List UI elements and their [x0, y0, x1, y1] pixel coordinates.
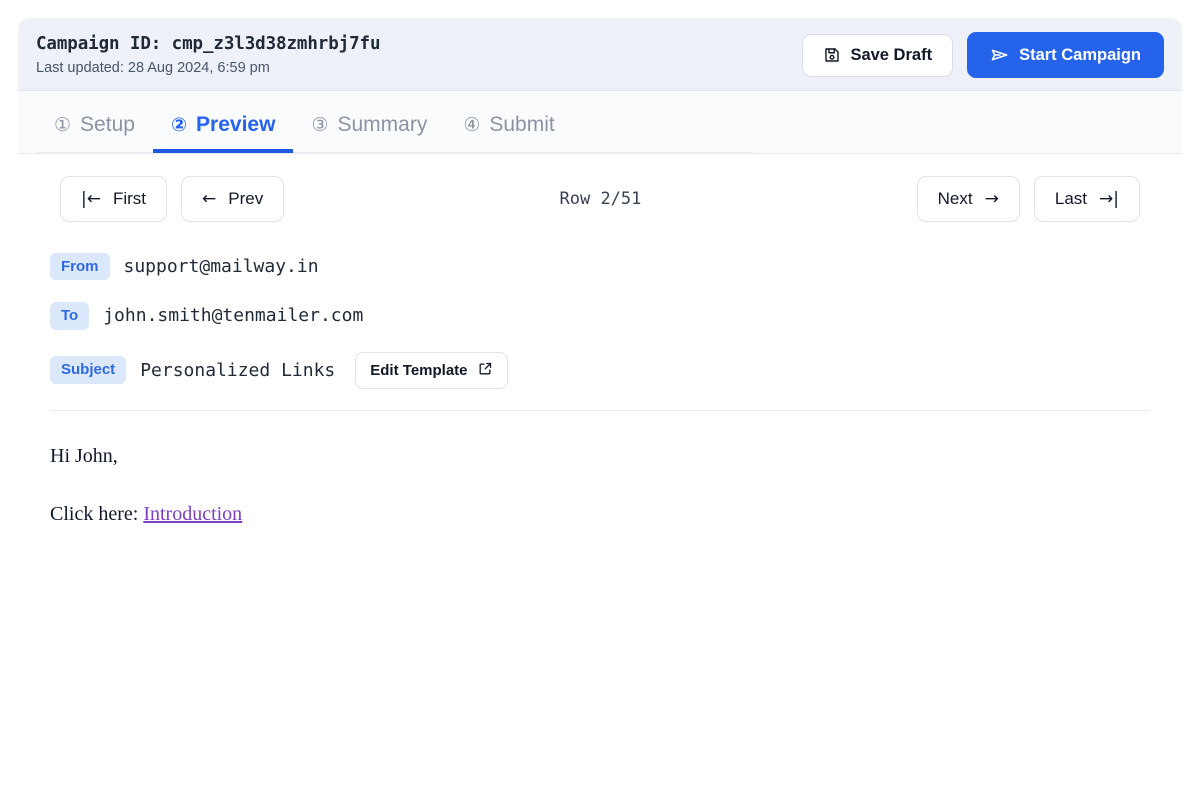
introduction-link[interactable]: Introduction	[143, 503, 242, 525]
body-line-prefix: Click here:	[50, 502, 144, 525]
to-row: To john.smith@tenmailer.com	[50, 291, 1150, 340]
row-pager: |← First ← Prev Row 2/51 Next → Last →|	[18, 154, 1182, 242]
save-draft-label: Save Draft	[850, 45, 933, 64]
first-row-button[interactable]: |← First	[60, 176, 168, 222]
subject-badge: Subject	[50, 356, 127, 384]
prev-row-label: Prev	[228, 189, 264, 208]
from-badge: From	[50, 253, 110, 281]
edit-template-button[interactable]: Edit Template	[355, 351, 508, 389]
step-number-3-icon: ③	[311, 113, 329, 136]
tab-summary[interactable]: ③ Summary	[293, 107, 445, 153]
step-number-1-icon: ①	[54, 113, 72, 136]
tab-preview[interactable]: ② Preview	[152, 107, 294, 153]
wizard-tabs-wrap: ① Setup ② Preview ③ Summary ④ Submit	[18, 91, 1182, 154]
external-link-icon	[478, 361, 493, 380]
step-number-4-icon: ④	[463, 113, 481, 136]
campaign-id: Campaign ID: cmp_z3l3d38zmhrbj7fu	[36, 34, 381, 54]
pager-left-group: |← First ← Prev	[60, 176, 285, 222]
campaign-header: Campaign ID: cmp_z3l3d38zmhrbj7fu Last u…	[18, 18, 1182, 91]
step-number-2-icon: ②	[170, 113, 188, 136]
tab-submit[interactable]: ④ Submit	[445, 107, 572, 153]
first-arrow-icon: |←	[81, 189, 101, 209]
from-value: support@mailway.in	[123, 256, 319, 278]
email-headers: From support@mailway.in To john.smith@te…	[18, 242, 1182, 411]
tab-submit-label: Submit	[489, 113, 555, 136]
header-actions: Save Draft Start Campaign	[802, 32, 1164, 78]
to-value: john.smith@tenmailer.com	[103, 305, 364, 327]
body-line: Click here: Introduction	[50, 499, 1150, 529]
tab-preview-label: Preview	[196, 113, 276, 136]
prev-arrow-icon: ←	[202, 189, 217, 209]
floppy-disk-icon	[823, 46, 841, 64]
row-status: Row 2/51	[559, 189, 642, 209]
last-row-button[interactable]: Last →|	[1033, 176, 1140, 222]
wizard-tabs: ① Setup ② Preview ③ Summary ④ Submit	[36, 107, 753, 153]
to-badge: To	[50, 302, 90, 330]
next-arrow-icon: →	[984, 189, 999, 209]
last-updated: Last updated: 28 Aug 2024, 6:59 pm	[36, 60, 270, 76]
subject-value: Personalized Links	[140, 359, 336, 381]
next-row-button[interactable]: Next →	[916, 176, 1020, 222]
last-arrow-icon: →|	[1099, 189, 1119, 209]
save-draft-button[interactable]: Save Draft	[802, 33, 954, 77]
campaign-card: Campaign ID: cmp_z3l3d38zmhrbj7fu Last u…	[18, 18, 1182, 800]
app-page: Campaign ID: cmp_z3l3d38zmhrbj7fu Last u…	[0, 0, 1200, 800]
next-row-label: Next	[937, 189, 973, 208]
prev-row-button[interactable]: ← Prev	[181, 176, 285, 222]
email-body: Hi John, Click here: Introduction	[18, 411, 1182, 800]
send-icon	[990, 45, 1010, 65]
start-campaign-button[interactable]: Start Campaign	[967, 32, 1164, 78]
last-row-label: Last	[1054, 189, 1087, 208]
pager-right-group: Next → Last →|	[916, 176, 1140, 222]
campaign-meta: Campaign ID: cmp_z3l3d38zmhrbj7fu Last u…	[36, 34, 380, 76]
first-row-label: First	[112, 189, 147, 208]
tab-setup-label: Setup	[80, 113, 135, 136]
tab-summary-label: Summary	[337, 113, 428, 136]
tab-setup[interactable]: ① Setup	[36, 107, 153, 153]
start-campaign-label: Start Campaign	[1019, 45, 1141, 64]
edit-template-label: Edit Template	[370, 361, 468, 379]
subject-row: Subject Personalized Links Edit Template	[50, 341, 1150, 400]
from-row: From support@mailway.in	[50, 242, 1150, 291]
body-greeting: Hi John,	[50, 444, 118, 467]
